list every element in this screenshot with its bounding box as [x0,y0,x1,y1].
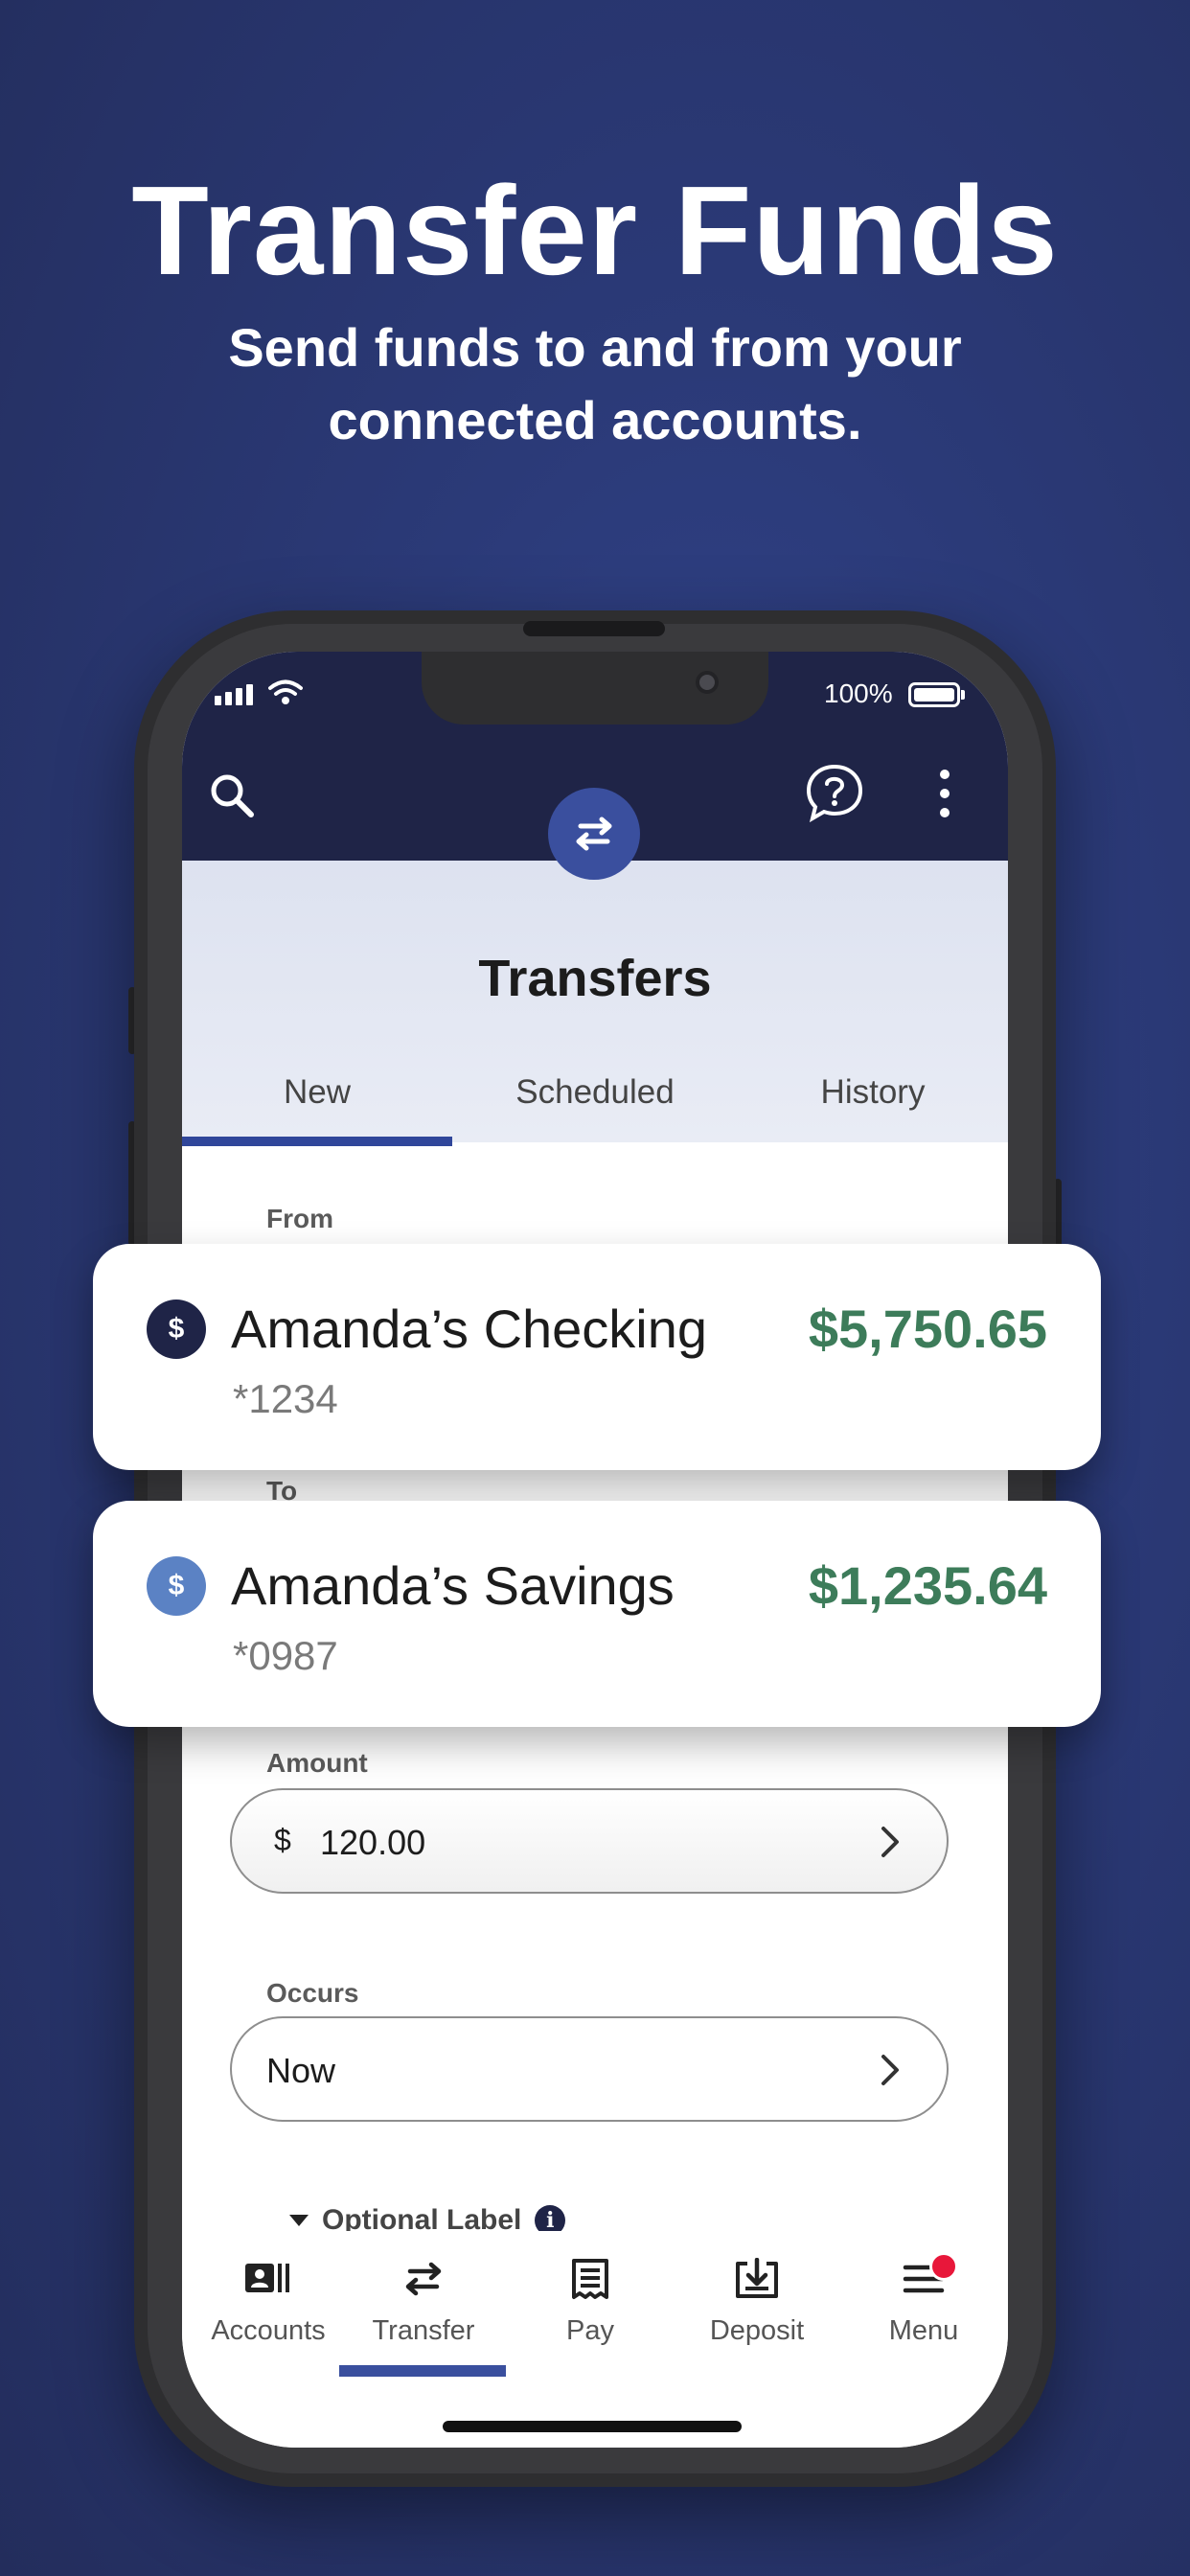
to-account-card[interactable]: $ Amanda’s Savings *0987 $1,235.64 [93,1501,1101,1727]
from-account-card[interactable]: $ Amanda’s Checking *1234 $5,750.65 [93,1244,1101,1470]
nav-label: Deposit [709,2315,805,2346]
accounts-icon [245,2264,289,2292]
hero-title: Transfer Funds [131,160,1059,301]
nav-label: Menu [888,2315,959,2346]
tab-new[interactable]: New [182,1073,452,1112]
occurs-select[interactable]: Now [230,2016,949,2122]
phone-notch [422,652,768,724]
tab-history[interactable]: History [738,1073,1008,1112]
caret-down-icon [289,2215,309,2226]
account-number: *0987 [233,1633,338,1678]
nav-accounts[interactable]: Accounts [186,2252,351,2347]
chevron-right-icon [881,2055,899,2085]
phone-speaker [523,621,665,636]
deposit-icon [736,2258,778,2298]
signal-icon [215,684,253,705]
transfer-arrows-icon [576,816,612,851]
currency-symbol: $ [274,1823,291,1857]
search-icon[interactable] [207,770,257,820]
occurs-label: Occurs [266,1978,359,2008]
amount-input[interactable]: $ 120.00 [230,1788,949,1894]
active-tab-indicator [182,1137,452,1146]
account-balance: $1,235.64 [808,1555,1047,1616]
account-name: Amanda’s Savings [231,1555,675,1616]
active-nav-indicator [339,2365,506,2377]
notification-badge [929,2252,958,2281]
nav-deposit[interactable]: Deposit [675,2252,839,2347]
home-indicator [443,2421,742,2432]
page-title: Transfers [478,950,712,1007]
dollar-icon: $ [147,1556,206,1616]
battery-percentage: 100% [824,678,893,708]
account-name: Amanda’s Checking [231,1299,708,1359]
nav-label: Pay [566,2315,614,2346]
chevron-right-icon [881,1827,899,1857]
help-chat-icon[interactable] [805,763,864,822]
transfer-action-button[interactable] [548,788,640,880]
tab-scheduled[interactable]: Scheduled [460,1073,730,1112]
wifi-icon [268,679,303,704]
occurs-value: Now [266,2051,336,2090]
account-number: *1234 [233,1376,338,1421]
bottom-nav: Accounts Transfer Pay Deposit Menu [182,2231,1008,2448]
account-balance: $5,750.65 [808,1299,1047,1359]
transfer-icon [405,2262,442,2296]
nav-menu[interactable]: Menu [841,2252,1006,2347]
more-vertical-icon[interactable] [935,769,954,818]
hero-subtitle: Send funds to and from your connected ac… [228,317,962,450]
dollar-icon: $ [147,1300,206,1359]
battery-icon [908,682,960,707]
amount-value: 120.00 [320,1823,426,1862]
nav-label: Transfer [372,2315,475,2346]
nav-transfer[interactable]: Transfer [341,2252,506,2347]
nav-pay[interactable]: Pay [508,2252,673,2347]
from-label: From [266,1204,333,1233]
nav-label: Accounts [211,2315,326,2346]
receipt-icon [572,2259,608,2299]
amount-label: Amount [266,1748,368,1778]
